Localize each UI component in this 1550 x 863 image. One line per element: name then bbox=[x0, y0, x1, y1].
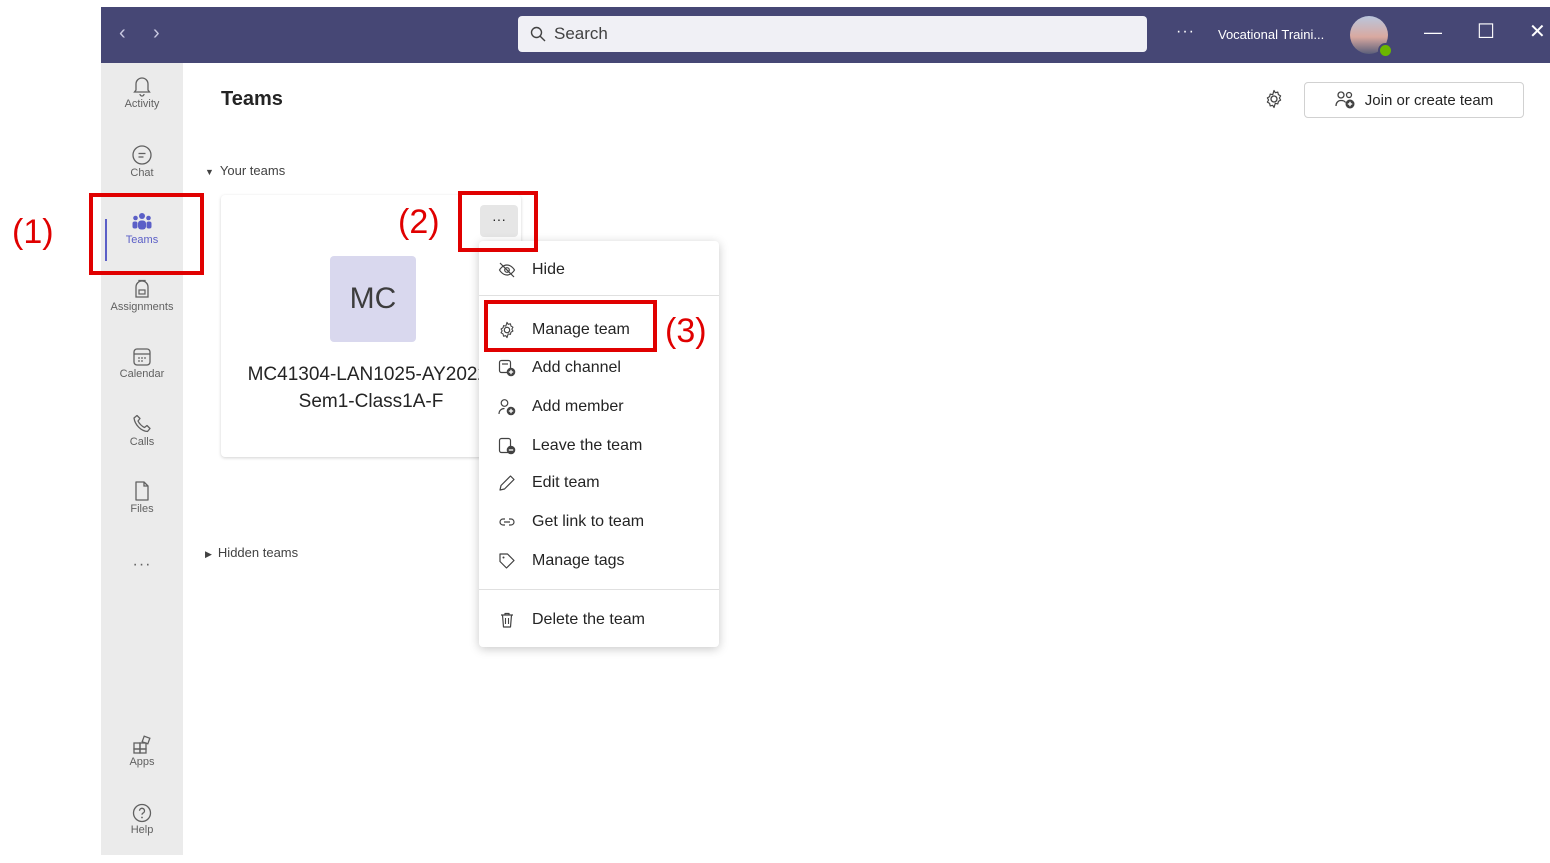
menu-item-add-member[interactable]: Add member bbox=[479, 389, 719, 425]
backpack-icon bbox=[135, 279, 149, 298]
menu-item-label: Manage tags bbox=[532, 552, 625, 569]
your-teams-toggle[interactable]: ▼ Your teams bbox=[205, 163, 285, 178]
rail-item-apps[interactable]: Apps bbox=[101, 735, 183, 795]
rail-label: Assignments bbox=[110, 301, 174, 313]
pencil-icon bbox=[499, 475, 515, 491]
menu-item-add-channel[interactable]: Add channel bbox=[479, 350, 719, 386]
gear-icon[interactable] bbox=[1264, 89, 1284, 109]
team-avatar: MC bbox=[330, 256, 416, 342]
chevron-left-icon[interactable]: ‹ bbox=[119, 23, 126, 43]
more-options-button[interactable]: ··· bbox=[1176, 23, 1195, 41]
rail-item-activity[interactable]: Activity bbox=[101, 75, 183, 135]
rail-label: Files bbox=[130, 503, 154, 515]
people-add-icon bbox=[1335, 91, 1355, 109]
close-button[interactable]: ✕ bbox=[1529, 21, 1546, 43]
org-name[interactable]: Vocational Traini... bbox=[1218, 27, 1324, 42]
rail-item-files[interactable]: Files bbox=[101, 480, 183, 540]
menu-item-delete-team[interactable]: Delete the team bbox=[479, 602, 719, 638]
page-title: Teams bbox=[221, 88, 283, 110]
tag-icon bbox=[499, 553, 515, 569]
menu-item-label: Add member bbox=[532, 398, 624, 415]
chat-icon bbox=[132, 145, 152, 165]
callout-step1: (1) bbox=[12, 213, 54, 251]
app-rail: Activity Chat Teams Assignments Calendar… bbox=[101, 63, 183, 855]
rail-item-calendar[interactable]: Calendar bbox=[101, 347, 183, 407]
highlight-box-step1 bbox=[89, 193, 204, 275]
file-icon bbox=[135, 481, 149, 501]
menu-item-label: Leave the team bbox=[532, 437, 643, 454]
your-teams-label: Your teams bbox=[219, 163, 286, 178]
help-icon bbox=[132, 803, 152, 823]
presence-badge bbox=[1378, 43, 1393, 58]
search-placeholder: Search bbox=[554, 24, 608, 43]
rail-label: Calendar bbox=[119, 368, 165, 380]
caret-right-icon: ▶ bbox=[205, 549, 212, 559]
phone-icon bbox=[133, 414, 151, 433]
link-icon bbox=[499, 518, 515, 526]
add-person-icon bbox=[498, 399, 516, 416]
menu-divider bbox=[479, 295, 719, 296]
menu-item-label: Add channel bbox=[532, 359, 621, 376]
callout-step2: (2) bbox=[398, 203, 440, 241]
menu-item-edit-team[interactable]: Edit team bbox=[479, 465, 719, 501]
maximize-button[interactable]: ☐ bbox=[1477, 21, 1495, 43]
rail-label: Help bbox=[130, 824, 154, 836]
search-input[interactable]: Search bbox=[518, 16, 1147, 52]
apps-icon bbox=[133, 735, 151, 754]
rail-label: Apps bbox=[129, 756, 155, 768]
menu-divider bbox=[479, 589, 719, 590]
highlight-box-step3 bbox=[484, 300, 657, 352]
hidden-teams-toggle[interactable]: ▶ Hidden teams bbox=[205, 545, 298, 560]
menu-item-leave-team[interactable]: Leave the team bbox=[479, 428, 719, 464]
hidden-teams-label: Hidden teams bbox=[217, 545, 299, 560]
eye-off-icon bbox=[498, 262, 516, 278]
title-bar: ‹ › Search ··· Vocational Traini... — ☐ … bbox=[101, 7, 1550, 63]
menu-item-label: Hide bbox=[532, 261, 565, 278]
calendar-icon bbox=[133, 348, 151, 366]
add-channel-icon bbox=[498, 359, 516, 377]
more-apps-button[interactable]: ··· bbox=[101, 556, 183, 574]
rail-label: Chat bbox=[130, 167, 154, 179]
join-or-create-team-button[interactable]: Join or create team bbox=[1304, 82, 1524, 118]
rail-item-calls[interactable]: Calls bbox=[101, 413, 183, 473]
trash-icon bbox=[501, 612, 513, 628]
team-name: MC41304-LAN1025-AY2022-Sem1-Class1A-F bbox=[247, 364, 495, 412]
rail-item-assignments[interactable]: Assignments bbox=[101, 278, 183, 338]
team-initials: MC bbox=[349, 282, 397, 315]
rail-item-help[interactable]: Help bbox=[101, 803, 183, 863]
minimize-button[interactable]: — bbox=[1424, 21, 1442, 43]
menu-item-get-link[interactable]: Get link to team bbox=[479, 504, 719, 540]
highlight-box-step2 bbox=[458, 191, 538, 252]
rail-label: Calls bbox=[129, 436, 155, 448]
leave-icon bbox=[498, 437, 516, 455]
rail-label: Activity bbox=[124, 98, 160, 110]
bell-icon bbox=[133, 77, 151, 97]
join-button-label: Join or create team bbox=[1364, 91, 1494, 109]
menu-item-manage-tags[interactable]: Manage tags bbox=[479, 543, 719, 579]
avatar[interactable] bbox=[1350, 16, 1393, 58]
menu-item-label: Edit team bbox=[532, 474, 600, 491]
menu-item-label: Get link to team bbox=[532, 513, 645, 530]
callout-step3: (3) bbox=[665, 312, 707, 350]
search-icon bbox=[530, 26, 546, 42]
menu-item-label: Delete the team bbox=[532, 611, 645, 628]
chevron-right-icon[interactable]: › bbox=[153, 23, 160, 43]
caret-down-icon: ▼ bbox=[205, 167, 214, 177]
menu-item-hide[interactable]: Hide bbox=[479, 252, 719, 288]
